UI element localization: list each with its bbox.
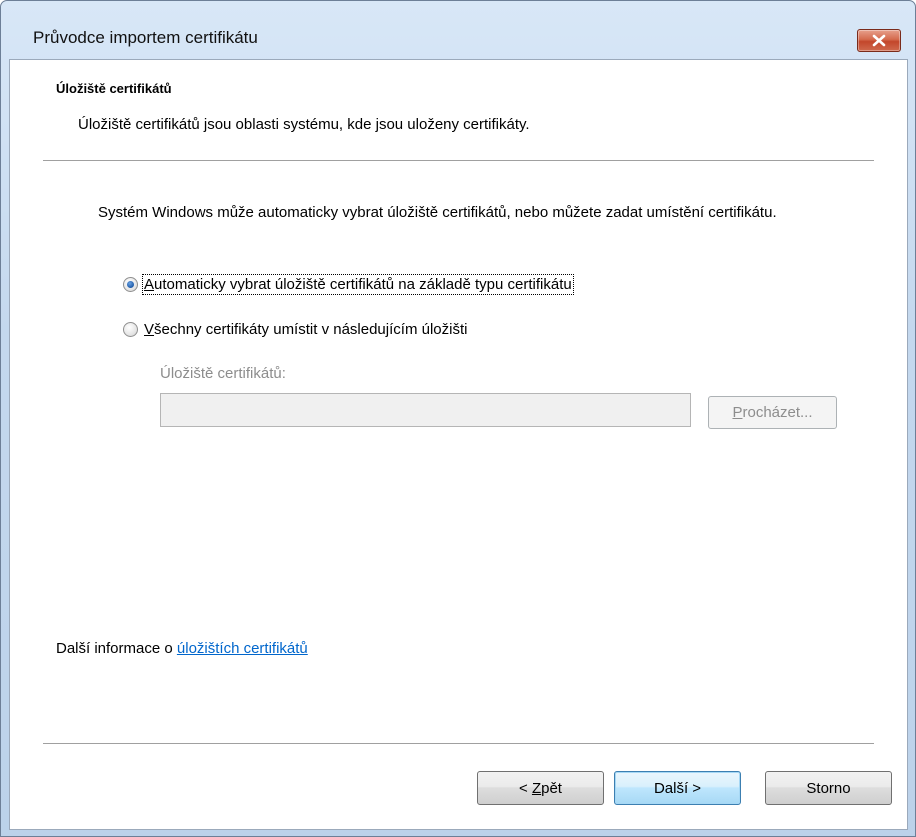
radio-auto-select-label[interactable]: Automaticky vybrat úložiště certifikátů … xyxy=(142,274,574,295)
wizard-window: Průvodce importem certifikátu Úložiště c… xyxy=(0,0,916,837)
back-button[interactable]: < Zpět xyxy=(477,771,604,805)
radio-manual-store[interactable]: Všechny certifikáty umístit v následujíc… xyxy=(123,321,467,338)
more-info-text: Další informace o úložištích certifikátů xyxy=(56,640,308,657)
next-button[interactable]: Další > xyxy=(614,771,741,805)
window-title: Průvodce importem certifikátu xyxy=(33,28,258,47)
radio-auto-select[interactable]: Automaticky vybrat úložiště certifikátů … xyxy=(123,274,574,295)
header-divider xyxy=(43,160,874,162)
title-bar[interactable]: Průvodce importem certifikátu xyxy=(1,1,915,52)
page-description: Úložiště certifikátů jsou oblasti systém… xyxy=(78,116,530,133)
close-icon xyxy=(872,34,886,47)
cancel-button[interactable]: Storno xyxy=(765,771,892,805)
radio-manual-store-label[interactable]: Všechny certifikáty umístit v následujíc… xyxy=(144,321,467,338)
browse-button[interactable]: Procházet... xyxy=(708,396,837,429)
store-field-label: Úložiště certifikátů: xyxy=(160,365,286,382)
intro-text: Systém Windows může automaticky vybrat ú… xyxy=(98,204,777,221)
radio-button-checked[interactable] xyxy=(123,277,138,292)
store-field[interactable] xyxy=(160,393,691,427)
radio-button-unchecked[interactable] xyxy=(123,322,138,337)
page-heading: Úložiště certifikátů xyxy=(56,81,172,96)
footer-divider xyxy=(43,743,874,745)
wizard-page: Úložiště certifikátů Úložiště certifikát… xyxy=(9,59,908,830)
close-button[interactable] xyxy=(857,29,901,52)
more-info-link[interactable]: úložištích certifikátů xyxy=(177,640,308,657)
